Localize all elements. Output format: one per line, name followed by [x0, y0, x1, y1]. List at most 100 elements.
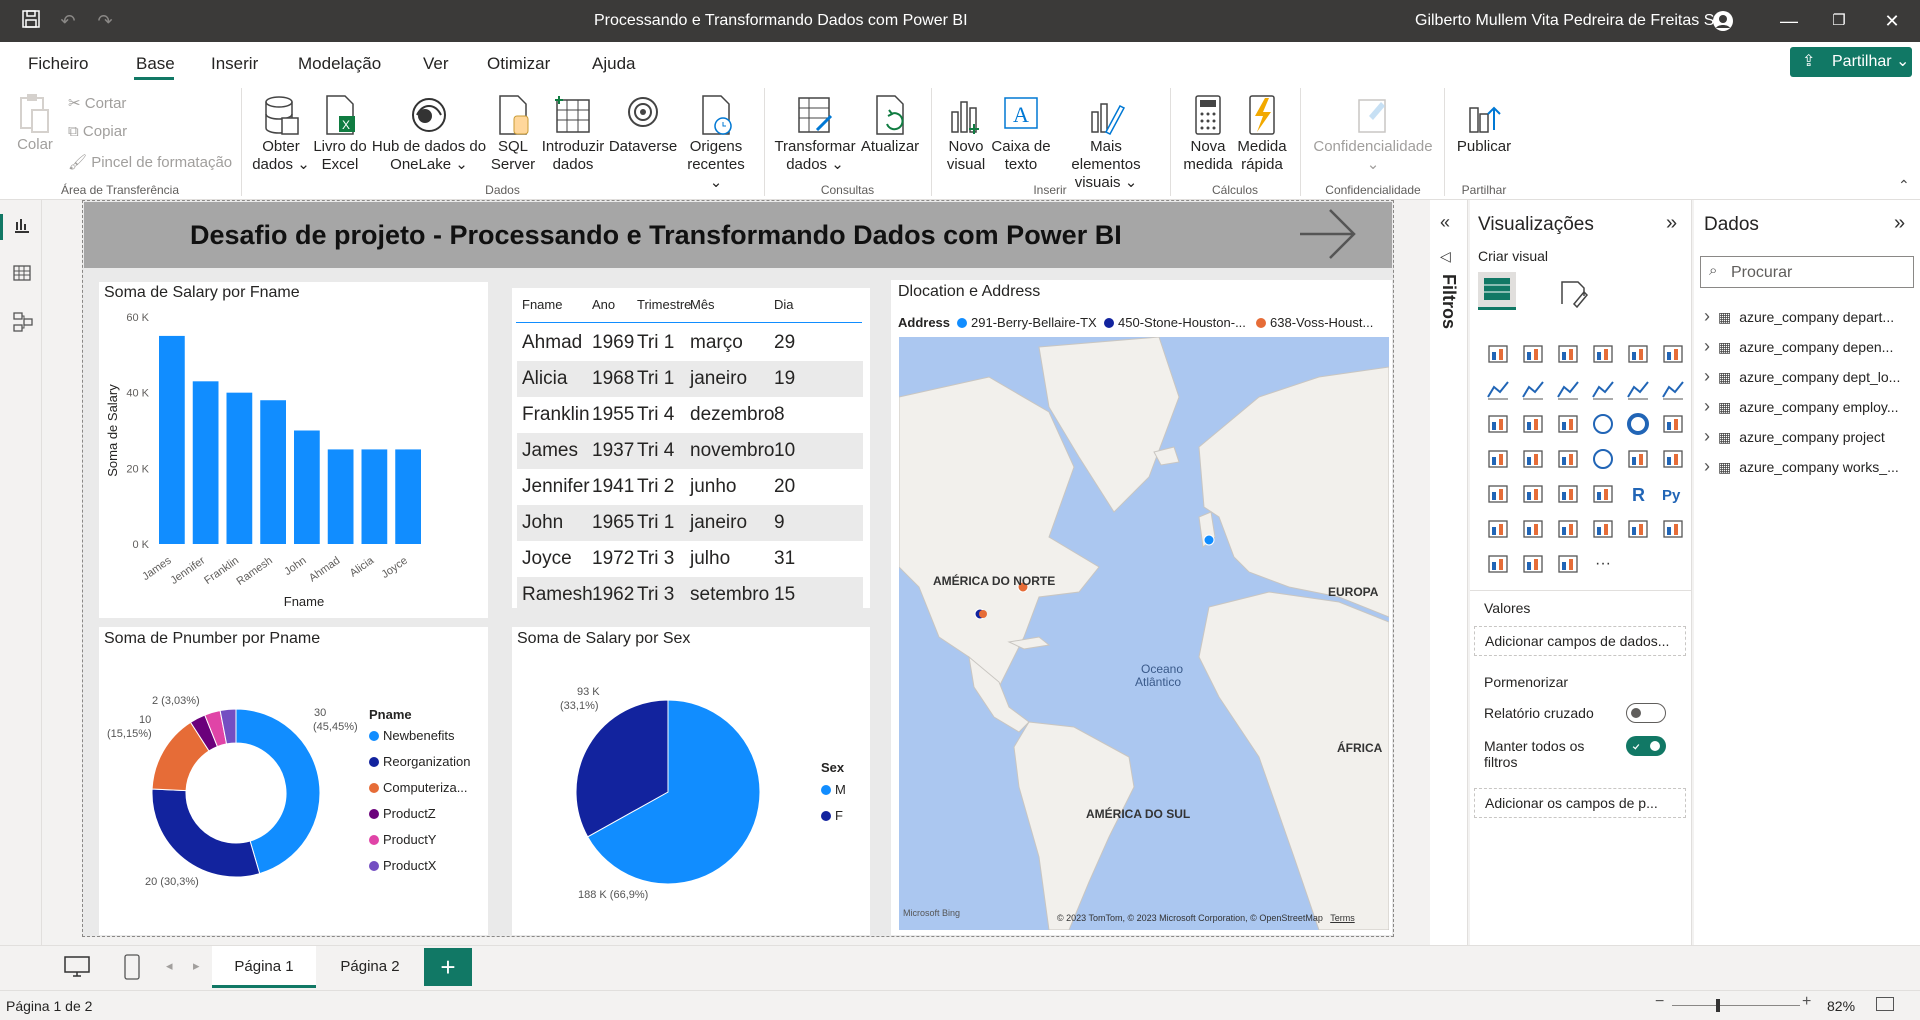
- line-column-icon[interactable]: [1591, 377, 1615, 401]
- chevron-right-icon[interactable]: ›: [1704, 306, 1710, 326]
- bar[interactable]: [192, 381, 219, 544]
- data-table-item[interactable]: › ▦ azure_company dept_lo...: [1704, 366, 1900, 387]
- treemap-icon[interactable]: [1661, 412, 1685, 436]
- mobile-layout-icon[interactable]: [124, 954, 140, 985]
- map[interactable]: [899, 337, 1389, 930]
- filters-label[interactable]: Filtros: [1430, 274, 1468, 344]
- clustered-bar-icon[interactable]: [1556, 342, 1580, 366]
- undo-icon[interactable]: ↶: [56, 9, 80, 33]
- bar[interactable]: [327, 449, 354, 544]
- 100-column-icon[interactable]: [1661, 342, 1685, 366]
- decomposition-tree-icon[interactable]: [1521, 517, 1545, 541]
- filters-pane[interactable]: « ◁ Filtros: [1430, 200, 1468, 945]
- pie-legend-item[interactable]: F: [821, 808, 843, 823]
- map-legend-item[interactable]: 638-Voss-Houst...: [1256, 315, 1373, 330]
- chevron-right-icon[interactable]: ›: [1704, 366, 1710, 386]
- close-icon[interactable]: ✕: [1880, 9, 1904, 33]
- chevron-right-icon[interactable]: ›: [1704, 426, 1710, 446]
- donut-legend-item[interactable]: Newbenefits: [369, 728, 455, 743]
- table-view-icon[interactable]: [13, 264, 31, 287]
- menu-otimizar[interactable]: Otimizar: [487, 54, 550, 74]
- recent-sources-button[interactable]: Origens recentes ⌄: [682, 94, 750, 192]
- map-icon[interactable]: [1486, 447, 1510, 471]
- filled-map-icon[interactable]: [1521, 447, 1545, 471]
- cut-button[interactable]: ✂ Cortar: [68, 94, 126, 112]
- kpi-icon[interactable]: [1486, 482, 1510, 506]
- 100-bar-icon[interactable]: [1626, 342, 1650, 366]
- tab-pagina-1[interactable]: Página 1: [212, 946, 316, 988]
- build-visual-tab[interactable]: [1478, 272, 1516, 310]
- scatter-icon[interactable]: [1556, 412, 1580, 436]
- table-header[interactable]: Fname: [522, 297, 562, 312]
- expand-data-icon[interactable]: »: [1894, 212, 1905, 235]
- report-view-icon[interactable]: [13, 216, 31, 239]
- redo-icon[interactable]: ↷: [93, 9, 117, 33]
- prev-page-icon[interactable]: ◂: [166, 958, 173, 974]
- tab-pagina-2[interactable]: Página 2: [320, 946, 420, 988]
- bar[interactable]: [395, 449, 421, 544]
- bar[interactable]: [159, 335, 185, 544]
- bar[interactable]: [226, 392, 253, 544]
- model-view-icon[interactable]: [13, 312, 33, 337]
- enter-data-button[interactable]: Introduzir dados: [538, 94, 608, 174]
- smart-narrative-icon[interactable]: [1591, 517, 1615, 541]
- zoom-in-icon[interactable]: +: [1802, 993, 1811, 1011]
- zoom-slider-thumb[interactable]: [1716, 999, 1720, 1012]
- donut-legend-item[interactable]: Computeriza...: [369, 780, 468, 795]
- python-icon[interactable]: Py: [1661, 482, 1685, 506]
- pie-chart-card[interactable]: Soma de Salary por Sex Sex 93 K (33,1%) …: [512, 627, 870, 935]
- qa-icon[interactable]: [1556, 517, 1580, 541]
- format-painter-button[interactable]: 🖌 Pincel de formatação: [68, 153, 232, 171]
- donut-chart-card[interactable]: Soma de Pnumber por Pname Pname 30 (45,4…: [99, 627, 488, 935]
- get-more-icon[interactable]: [1556, 552, 1580, 576]
- map-legend-item[interactable]: 291-Berry-Bellaire-TX: [957, 315, 1097, 330]
- data-table-item[interactable]: › ▦ azure_company depart...: [1704, 306, 1894, 327]
- donut-legend-item[interactable]: ProductZ: [369, 806, 436, 821]
- table-card[interactable]: Fname Ano Trimestre Mês Dia Ahmad 1969 Tri 1 mar…: [512, 288, 870, 613]
- next-page-icon[interactable]: ▸: [193, 958, 200, 974]
- get-data-button[interactable]: Obter dados ⌄: [250, 94, 312, 174]
- excel-button[interactable]: X Livro do Excel: [312, 94, 368, 174]
- cross-report-toggle[interactable]: [1626, 703, 1666, 723]
- data-table-item[interactable]: › ▦ azure_company depen...: [1704, 336, 1893, 357]
- data-search-input[interactable]: ⌕ Procurar: [1700, 256, 1914, 288]
- waterfall-icon[interactable]: [1486, 412, 1510, 436]
- power-automate-icon[interactable]: [1521, 552, 1545, 576]
- donut-legend-item[interactable]: ProductX: [369, 858, 436, 873]
- clustered-column-icon[interactable]: [1591, 342, 1615, 366]
- power-apps-icon[interactable]: [1486, 552, 1510, 576]
- map-point-291-berry[interactable]: [1203, 534, 1215, 546]
- data-table-item[interactable]: › ▦ azure_company project: [1704, 426, 1885, 447]
- new-measure-button[interactable]: Nova medida: [1180, 94, 1236, 174]
- stacked-column-icon[interactable]: [1521, 342, 1545, 366]
- minimize-icon[interactable]: —: [1777, 9, 1801, 33]
- quick-measure-button[interactable]: Medida rápida: [1234, 94, 1290, 174]
- stacked-area-icon[interactable]: [1556, 377, 1580, 401]
- refresh-button[interactable]: Atualizar: [858, 94, 922, 156]
- menu-base[interactable]: Base: [136, 54, 175, 74]
- card-icon[interactable]: [1626, 447, 1650, 471]
- bar-chart-card[interactable]: Soma de Salary por Fname 60 K 40 K 20 K0 K…: [99, 282, 488, 618]
- table-header[interactable]: Dia: [774, 297, 794, 312]
- menu-ver[interactable]: Ver: [423, 54, 449, 74]
- data-table-item[interactable]: › ▦ azure_company works_...: [1704, 456, 1899, 477]
- restore-icon[interactable]: ❐: [1827, 9, 1851, 33]
- collapse-icon[interactable]: «: [1440, 212, 1450, 233]
- r-script-icon[interactable]: R: [1626, 482, 1650, 506]
- pie-icon[interactable]: [1591, 412, 1615, 436]
- stacked-bar-icon[interactable]: [1486, 342, 1510, 366]
- map-terms-link[interactable]: Terms: [1330, 913, 1355, 923]
- paginated-icon[interactable]: [1626, 517, 1650, 541]
- donut-icon[interactable]: [1626, 412, 1650, 436]
- zoom-out-icon[interactable]: −: [1655, 993, 1664, 1011]
- paste-button[interactable]: Colar: [14, 92, 56, 154]
- publish-button[interactable]: Publicar: [1452, 94, 1516, 156]
- table-icon[interactable]: [1556, 482, 1580, 506]
- more-visuals-button[interactable]: Mais elementos visuais ⌄: [1054, 94, 1158, 192]
- drillthrough-field-well[interactable]: Adicionar os campos de p...: [1474, 788, 1686, 818]
- format-visual-tab[interactable]: [1558, 276, 1590, 313]
- expand-viz-icon[interactable]: »: [1666, 212, 1677, 235]
- table-header[interactable]: Mês: [690, 297, 715, 312]
- account-icon[interactable]: [1711, 9, 1735, 33]
- save-icon[interactable]: [19, 9, 43, 33]
